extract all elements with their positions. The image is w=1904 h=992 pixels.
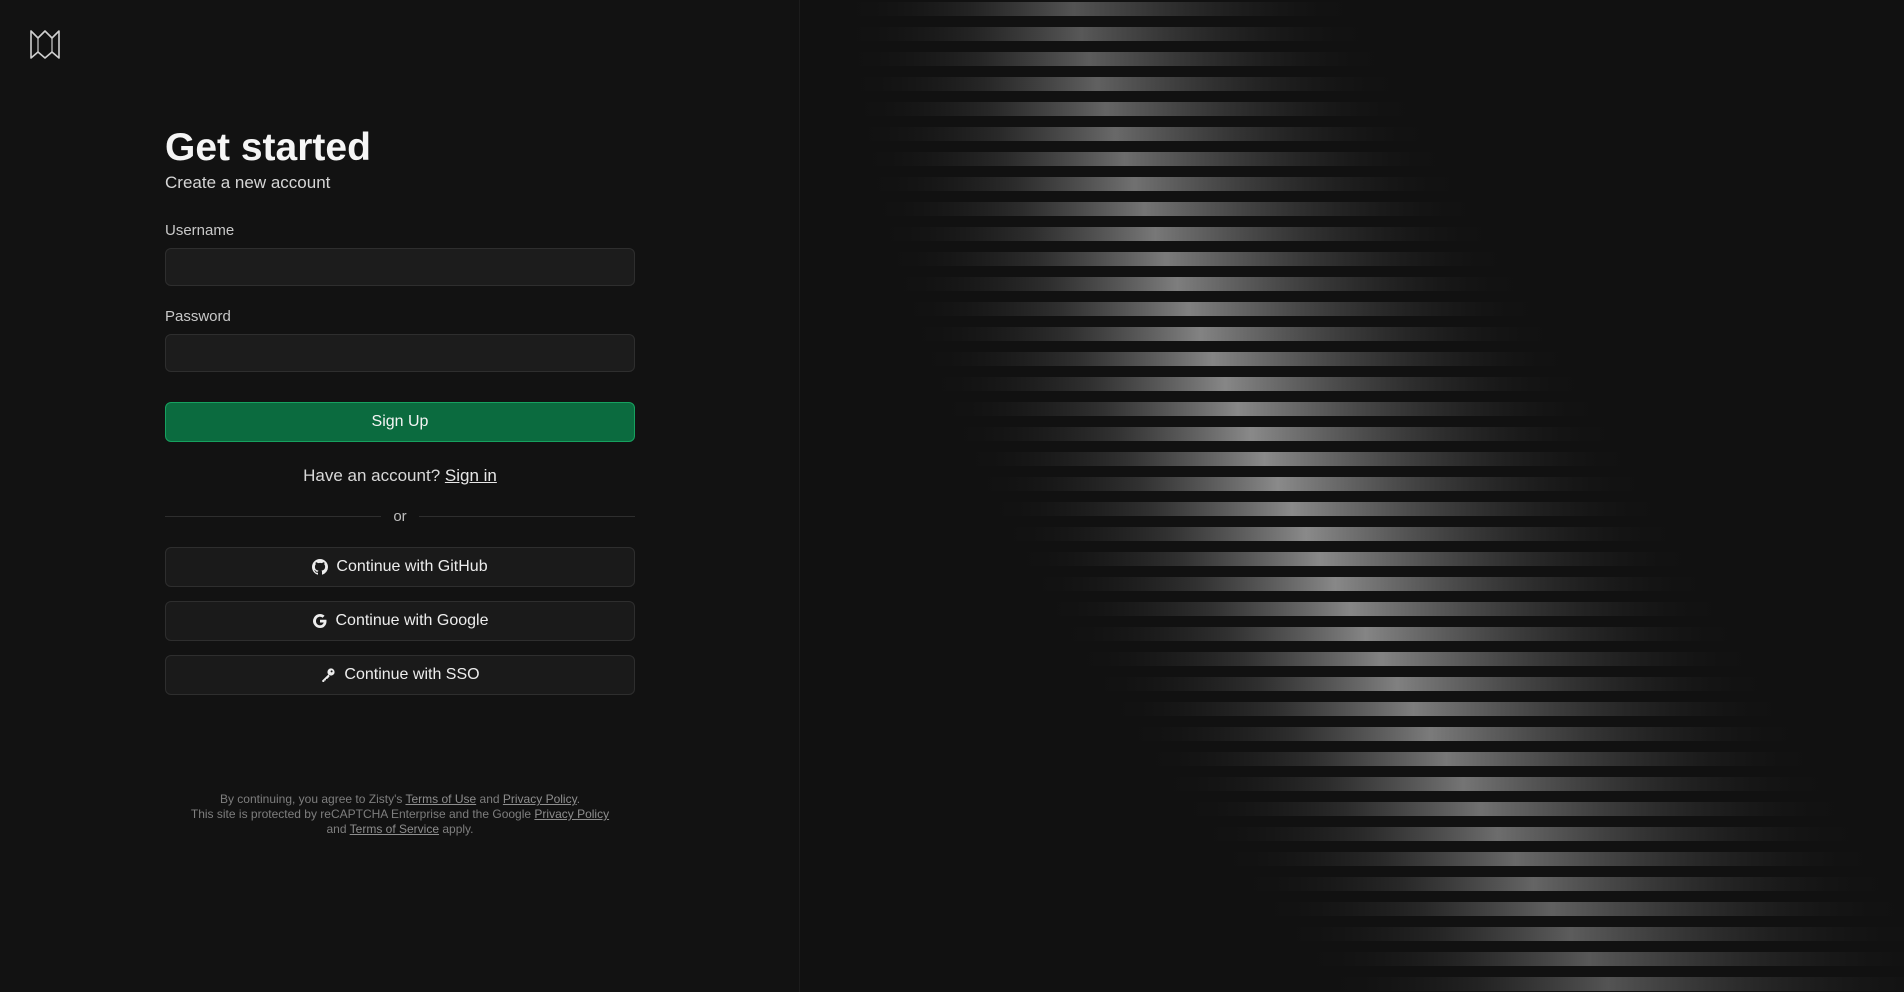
google-privacy-policy-link[interactable]: Privacy Policy [534, 807, 609, 821]
github-button-label: Continue with GitHub [336, 558, 488, 575]
decorative-stripe [856, 152, 1453, 166]
legal-line-2: This site is protected by reCAPTCHA Ente… [165, 807, 635, 822]
auth-panel: Get started Create a new account Usernam… [0, 0, 800, 992]
decorative-stripe [1055, 627, 1745, 641]
legal-and-2: and [326, 822, 347, 836]
decorative-stripe [874, 227, 1499, 241]
sign-up-button-label: Sign Up [371, 413, 429, 430]
decorative-stripe [906, 327, 1560, 341]
key-icon [320, 667, 336, 683]
decorative-stripe [1139, 752, 1822, 766]
decorative-stripe [1011, 552, 1699, 566]
password-label: Password [165, 308, 231, 325]
continue-sso-button[interactable]: Continue with SSO [165, 655, 635, 695]
legal-period: . [576, 792, 581, 806]
striped-background-art [840, 2, 1904, 991]
decorative-stripe [1214, 852, 1884, 866]
google-icon [312, 613, 328, 629]
decorative-stripe [840, 27, 1376, 41]
decorative-stripe [925, 377, 1591, 391]
legal-text-3: apply. [442, 822, 474, 836]
decorative-stripe [936, 402, 1607, 416]
decorative-stripe [1071, 652, 1760, 666]
decorative-stripe [867, 202, 1484, 216]
decorative-stripe [889, 277, 1530, 291]
sign-up-button[interactable]: Sign Up [165, 402, 635, 442]
divider-label: or [393, 508, 407, 525]
decorative-stripe [1157, 777, 1837, 791]
decorative-stripe [1087, 677, 1776, 691]
decorative-stripe [1235, 877, 1899, 891]
decorative-stripe [861, 177, 1468, 191]
decorative-stripe [971, 477, 1653, 491]
decorative-stripe [1025, 577, 1714, 591]
sso-button-label: Continue with SSO [344, 666, 480, 683]
decorative-stripe [1255, 902, 1904, 916]
page-subtitle: Create a new account [165, 173, 331, 192]
decorative-stripe [1276, 927, 1904, 941]
decorative-stripe [1040, 602, 1730, 616]
decorative-stripe [1195, 827, 1868, 841]
decorative-stripe [851, 127, 1437, 141]
legal-text-1: By continuing, you agree to Zisty's [219, 792, 403, 806]
legal-line-1: By continuing, you agree to Zisty's Term… [165, 792, 635, 807]
decorative-stripe [881, 252, 1514, 266]
decorative-stripe [1104, 702, 1791, 716]
terms-of-service-link[interactable]: Terms of Service [350, 822, 439, 836]
decorative-stripe [1176, 802, 1853, 816]
password-input[interactable] [165, 334, 635, 372]
continue-google-button[interactable]: Continue with Google [165, 601, 635, 641]
continue-github-button[interactable]: Continue with GitHub [165, 547, 635, 587]
legal-notice: By continuing, you agree to Zisty's Term… [165, 792, 635, 837]
decorative-stripe [844, 77, 1407, 91]
have-account-text: Have an account? [303, 466, 441, 485]
have-account-row: Have an account? Sign in [165, 466, 635, 486]
signup-form: Get started Create a new account Usernam… [165, 124, 635, 695]
decorative-stripe [1320, 977, 1904, 991]
divider-line-left [165, 516, 382, 517]
sign-in-link[interactable]: Sign in [445, 466, 497, 485]
github-icon [312, 559, 329, 575]
privacy-policy-link[interactable]: Privacy Policy [503, 792, 577, 806]
zisty-logo-icon[interactable] [28, 28, 62, 62]
username-input[interactable] [165, 248, 635, 286]
decorative-stripe [1298, 952, 1904, 966]
decorative-stripe [984, 502, 1668, 516]
decorative-stripe [1121, 727, 1807, 741]
decorative-stripe [915, 352, 1576, 366]
decorative-stripes-panel [800, 0, 1904, 992]
decorative-stripe [997, 527, 1684, 541]
decorative-stripe [897, 302, 1545, 316]
legal-and-1: and [479, 792, 500, 806]
terms-of-use-link[interactable]: Terms of Use [405, 792, 476, 806]
decorative-stripe [947, 427, 1622, 441]
username-label: Username [165, 222, 235, 239]
signup-page: Get started Create a new account Usernam… [0, 0, 1904, 992]
google-button-label: Continue with Google [335, 612, 489, 629]
decorative-stripe [847, 102, 1422, 116]
decorative-stripe [959, 452, 1637, 466]
divider-line-right [418, 516, 635, 517]
decorative-stripe [842, 52, 1391, 66]
legal-text-2: This site is protected by reCAPTCHA Ente… [190, 807, 532, 821]
legal-line-3: and Terms of Service apply. [165, 822, 635, 837]
page-title: Get started [165, 126, 371, 169]
or-divider: or [165, 508, 635, 525]
decorative-stripe [840, 2, 1360, 16]
